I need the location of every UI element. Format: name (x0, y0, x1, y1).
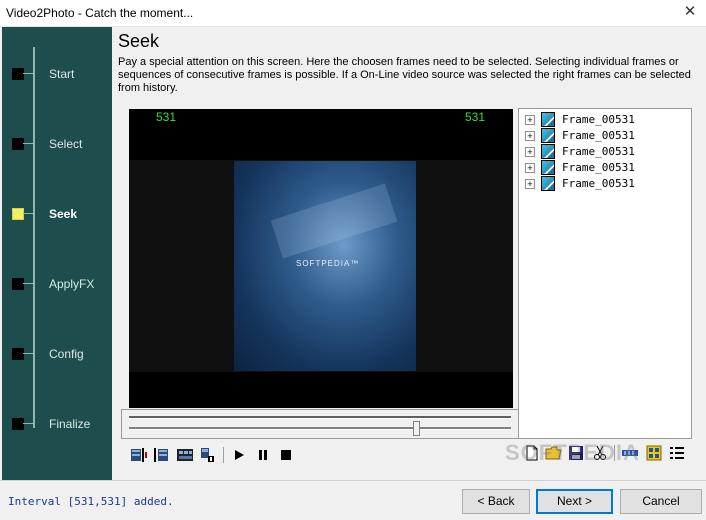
mark-in-button[interactable] (129, 445, 149, 465)
step-label: Start (49, 67, 75, 81)
step-marker-active-icon (12, 208, 24, 220)
frame-image-icon (541, 112, 555, 127)
step-label: Config (49, 347, 84, 361)
step-marker-icon (12, 68, 24, 80)
step-seek[interactable]: Seek (2, 205, 112, 225)
step-label: Select (49, 137, 83, 151)
expand-icon[interactable]: + (525, 179, 535, 189)
play-button[interactable] (229, 445, 249, 465)
tree-item-label: Frame_00531 (562, 145, 635, 158)
thumbnails-icon (646, 445, 662, 461)
frame-image-icon (541, 128, 555, 143)
step-select[interactable]: Select (2, 135, 112, 155)
watermark: SOFTPEDIA (505, 440, 640, 465)
frame-image-icon (541, 176, 555, 191)
wizard-sidebar: Start Select Seek ApplyFX Config Finaliz… (2, 27, 112, 480)
expand-icon[interactable]: + (525, 163, 535, 173)
tree-item[interactable]: + Frame_00531 (525, 160, 685, 176)
tree-item[interactable]: + Frame_00531 (525, 144, 685, 160)
title-bar: Video2Photo - Catch the moment... ✕ (0, 0, 706, 27)
frame-number-left: 531 (156, 110, 177, 124)
tree-item-label: Frame_00531 (562, 161, 635, 174)
thumbnails-button[interactable] (644, 443, 664, 463)
expand-icon[interactable]: + (525, 131, 535, 141)
pause-icon (259, 450, 267, 460)
video-preview[interactable]: 531 531 SOFTPEDIA™ (129, 109, 513, 408)
step-connector (33, 47, 35, 428)
window-title: Video2Photo - Catch the moment... (6, 6, 194, 20)
tree-item-label: Frame_00531 (562, 177, 635, 190)
add-frame-button[interactable] (198, 445, 218, 465)
step-applyfx[interactable]: ApplyFX (2, 275, 112, 295)
playback-toolbar (129, 445, 429, 465)
video-overlay-logo: SOFTPEDIA™ (296, 259, 360, 268)
stop-icon (281, 450, 291, 460)
back-button[interactable]: < Back (462, 489, 530, 514)
seek-slider[interactable] (121, 409, 519, 439)
next-button[interactable]: Next > (536, 489, 613, 514)
tree-item[interactable]: + Frame_00531 (525, 176, 685, 192)
add-frame-icon (201, 448, 214, 462)
list-view-icon (670, 447, 684, 459)
filmstrip-icon (177, 449, 193, 461)
pause-button[interactable] (253, 445, 273, 465)
step-marker-icon (12, 418, 24, 430)
cancel-button[interactable]: Cancel (620, 489, 702, 514)
page-description: Pay a special attention on this screen. … (118, 56, 691, 94)
range-track (129, 416, 511, 419)
frame-number-right: 531 (464, 110, 485, 124)
step-marker-icon (12, 348, 24, 360)
frame-image-icon (541, 144, 555, 159)
step-config[interactable]: Config (2, 345, 112, 365)
mark-in-icon (131, 448, 147, 462)
close-icon[interactable]: ✕ (682, 4, 698, 20)
step-label: Finalize (49, 417, 91, 431)
step-finalize[interactable]: Finalize (2, 415, 112, 435)
step-marker-icon (12, 278, 24, 290)
step-label: Seek (49, 207, 78, 221)
seek-track (129, 427, 511, 430)
filmstrip-button[interactable] (175, 445, 195, 465)
details-button[interactable] (667, 443, 687, 463)
step-label: ApplyFX (49, 277, 95, 291)
expand-icon[interactable]: + (525, 147, 535, 157)
expand-icon[interactable]: + (525, 115, 535, 125)
page-title: Seek (118, 31, 160, 51)
tree-item-label: Frame_00531 (562, 113, 635, 126)
tree-item-label: Frame_00531 (562, 129, 635, 142)
status-message: Interval [531,531] added. (8, 495, 174, 508)
tree-item[interactable]: + Frame_00531 (525, 112, 685, 128)
step-marker-icon (12, 138, 24, 150)
mark-out-icon (154, 448, 168, 462)
play-icon (235, 450, 244, 460)
frame-list-tree[interactable]: + Frame_00531 + Frame_00531 + Frame_0053… (518, 108, 692, 439)
mark-out-button[interactable] (152, 445, 172, 465)
tree-item[interactable]: + Frame_00531 (525, 128, 685, 144)
step-start[interactable]: Start (2, 65, 112, 85)
seek-thumb[interactable] (412, 421, 420, 436)
frame-image-icon (541, 160, 555, 175)
video-frame-image: SOFTPEDIA™ (234, 161, 416, 371)
stop-button[interactable] (276, 445, 296, 465)
